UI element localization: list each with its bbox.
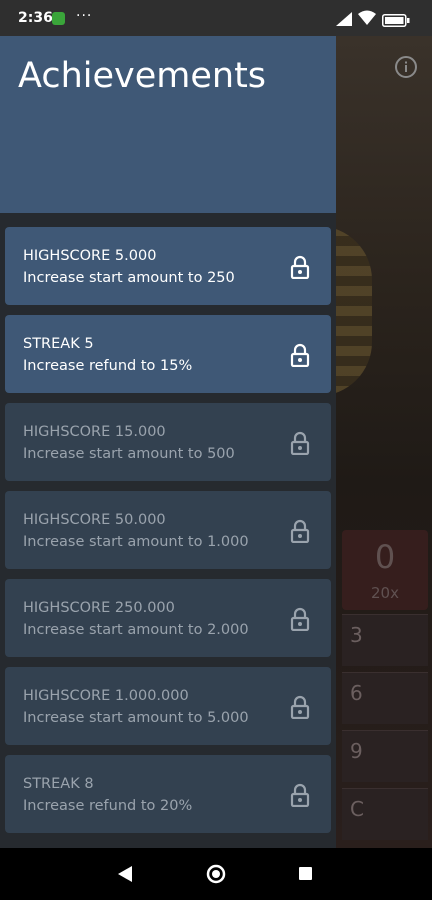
achievement-item[interactable]: HIGHSCORE 1.000.000 Increase start amoun… [5,667,331,745]
wifi-icon [358,10,376,29]
system-nav-bar [0,848,432,900]
achievement-item[interactable]: HIGHSCORE 15.000 Increase start amount t… [5,403,331,481]
lock-icon [289,519,311,544]
achievement-title: HIGHSCORE 5.000 [23,248,157,264]
achievement-item[interactable]: HIGHSCORE 250.000 Increase start amount … [5,579,331,657]
achievement-title: STREAK 5 [23,336,94,352]
lock-icon [289,607,311,632]
more-notifications-icon: ··· [76,8,93,24]
page-title: Achievements [18,56,267,96]
lock-icon [289,783,311,808]
drawer-header: Achievements [0,36,336,213]
achievement-title: HIGHSCORE 1.000.000 [23,688,189,704]
achievement-title: HIGHSCORE 15.000 [23,424,166,440]
status-bar: 2:36 ··· [0,0,432,36]
achievement-description: Increase start amount to 500 [23,446,235,462]
battery-icon [382,12,410,31]
achievement-item[interactable]: HIGHSCORE 50.000 Increase start amount t… [5,491,331,569]
recent-apps-icon[interactable] [299,867,312,880]
achievements-drawer: Achievements HIGHSCORE 5.000 Increase st… [0,36,336,848]
achievement-description: Increase start amount to 250 [23,270,235,286]
achievement-title: HIGHSCORE 50.000 [23,512,166,528]
lock-icon [289,695,311,720]
signal-icon [336,11,352,30]
clock: 2:36 [18,10,53,26]
keypad-key: C [342,788,428,840]
achievement-item[interactable]: STREAK 8 Increase refund to 20% [5,755,331,833]
achievement-description: Increase refund to 15% [23,358,193,374]
achievement-title: STREAK 8 [23,776,94,792]
achievement-description: Increase start amount to 5.000 [23,710,249,726]
achievement-description: Increase start amount to 1.000 [23,534,249,550]
keypad-key: 3 [342,614,428,666]
multiplier-value: 20x [371,584,399,602]
achievement-item[interactable]: STREAK 5 Increase refund to 15% [5,315,331,393]
bet-panel: 0 20x [342,530,428,610]
lock-icon [289,255,311,280]
achievement-description: Increase start amount to 2.000 [23,622,249,638]
notification-icon [52,12,65,25]
home-icon[interactable] [206,864,226,888]
bet-value: 0 [374,538,396,576]
achievement-title: HIGHSCORE 250.000 [23,600,175,616]
achievement-item[interactable]: HIGHSCORE 5.000 Increase start amount to… [5,227,331,305]
lock-icon [289,431,311,456]
keypad-key: 9 [342,730,428,782]
back-icon[interactable] [118,866,132,886]
keypad-key: 6 [342,672,428,724]
lock-icon [289,343,311,368]
info-icon[interactable] [394,55,418,79]
achievement-description: Increase refund to 20% [23,798,193,814]
